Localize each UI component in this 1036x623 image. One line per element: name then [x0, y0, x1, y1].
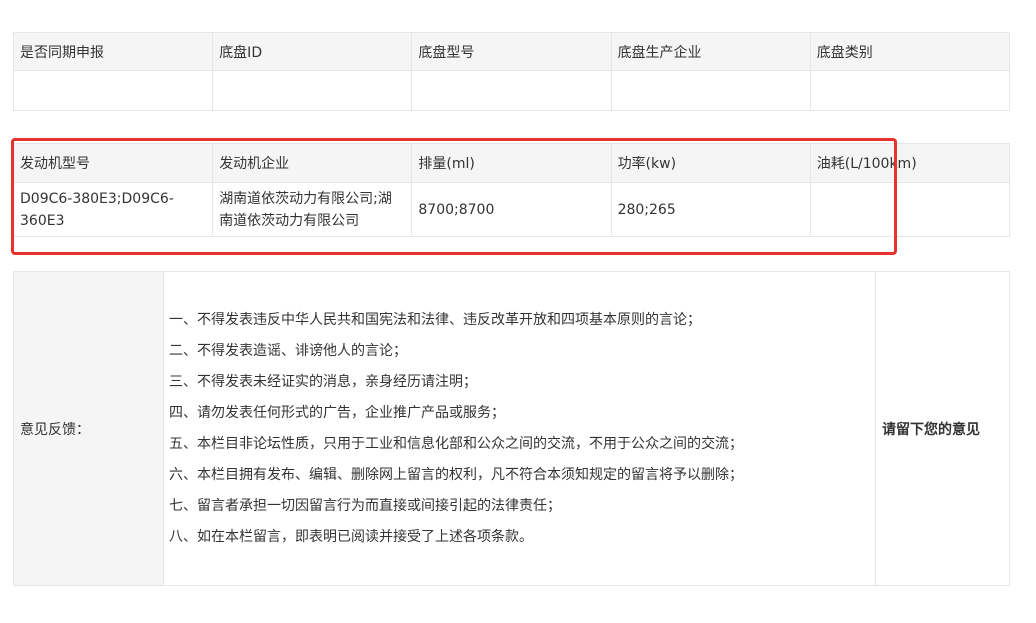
header-cell: 底盘生产企业 [610, 32, 811, 71]
header-cell: 功率(kw) [610, 143, 811, 183]
table-row: 意见反馈： 一、不得发表违反中华人民共和国宪法和法律、违反改革开放和四项基本原则… [13, 271, 1010, 586]
header-cell: 油耗(L/100km) [809, 143, 1011, 183]
header-cell: 底盘类别 [809, 32, 1011, 71]
feedback-label: 意见反馈： [13, 271, 164, 586]
list-item: 六、本栏目拥有发布、编辑、删除网上留言的权利，凡不符合本须知规定的留言将予以删除… [169, 466, 743, 483]
chassis-info-table: 是否同期申报 底盘ID 底盘型号 底盘生产企业 底盘类别 [12, 32, 1011, 111]
value-cell [411, 70, 612, 111]
header-cell: 底盘ID [212, 32, 413, 71]
feedback-table: 意见反馈： 一、不得发表违反中华人民共和国宪法和法律、违反改革开放和四项基本原则… [13, 271, 1010, 586]
engine-info-table: 发动机型号 发动机企业 排量(ml) 功率(kw) 油耗(L/100km) D0… [12, 143, 1011, 237]
table-header-row: 发动机型号 发动机企业 排量(ml) 功率(kw) 油耗(L/100km) [12, 143, 1011, 183]
table-row [12, 70, 1011, 111]
table-header-row: 是否同期申报 底盘ID 底盘型号 底盘生产企业 底盘类别 [12, 32, 1011, 71]
feedback-rules: 一、不得发表违反中华人民共和国宪法和法律、违反改革开放和四项基本原则的言论； 二… [163, 271, 876, 586]
displacement-cell: 8700;8700 [411, 182, 612, 237]
table-row: D09C6-380E3;D09C6-360E3 湖南道依茨动力有限公司;湖南道依… [12, 182, 1011, 237]
list-item: 一、不得发表违反中华人民共和国宪法和法律、违反改革开放和四项基本原则的言论； [169, 311, 701, 328]
rules-list: 一、不得发表违反中华人民共和国宪法和法律、违反改革开放和四项基本原则的言论； 二… [169, 305, 869, 553]
engine-company-cell: 湖南道依茨动力有限公司;湖南道依茨动力有限公司 [212, 182, 413, 237]
list-item: 二、不得发表造谣、诽谤他人的言论； [169, 342, 407, 359]
value-cell [809, 70, 1011, 111]
list-item: 八、如在本栏留言，即表明已阅读并接受了上述各项条款。 [169, 528, 533, 545]
list-item: 五、本栏目非论坛性质，只用于工业和信息化部和公众之间的交流，不用于公众之间的交流… [169, 435, 743, 452]
value-cell [12, 70, 214, 111]
fuel-consumption-cell [809, 182, 1011, 237]
header-cell: 发动机企业 [212, 143, 413, 183]
list-item: 三、不得发表未经证实的消息，亲身经历请注明； [169, 373, 477, 390]
header-cell: 发动机型号 [12, 143, 214, 183]
power-cell: 280;265 [610, 182, 811, 237]
value-cell [212, 70, 413, 111]
header-cell: 底盘型号 [411, 32, 612, 71]
header-cell: 排量(ml) [411, 143, 612, 183]
leave-feedback-link[interactable]: 请留下您的意见 [875, 271, 1010, 586]
list-item: 四、请勿发表任何形式的广告，企业推广产品或服务； [169, 404, 505, 421]
list-item: 七、留言者承担一切因留言行为而直接或间接引起的法律责任； [169, 497, 561, 514]
header-cell: 是否同期申报 [12, 32, 214, 71]
value-cell [610, 70, 811, 111]
engine-model-cell: D09C6-380E3;D09C6-360E3 [12, 182, 214, 237]
